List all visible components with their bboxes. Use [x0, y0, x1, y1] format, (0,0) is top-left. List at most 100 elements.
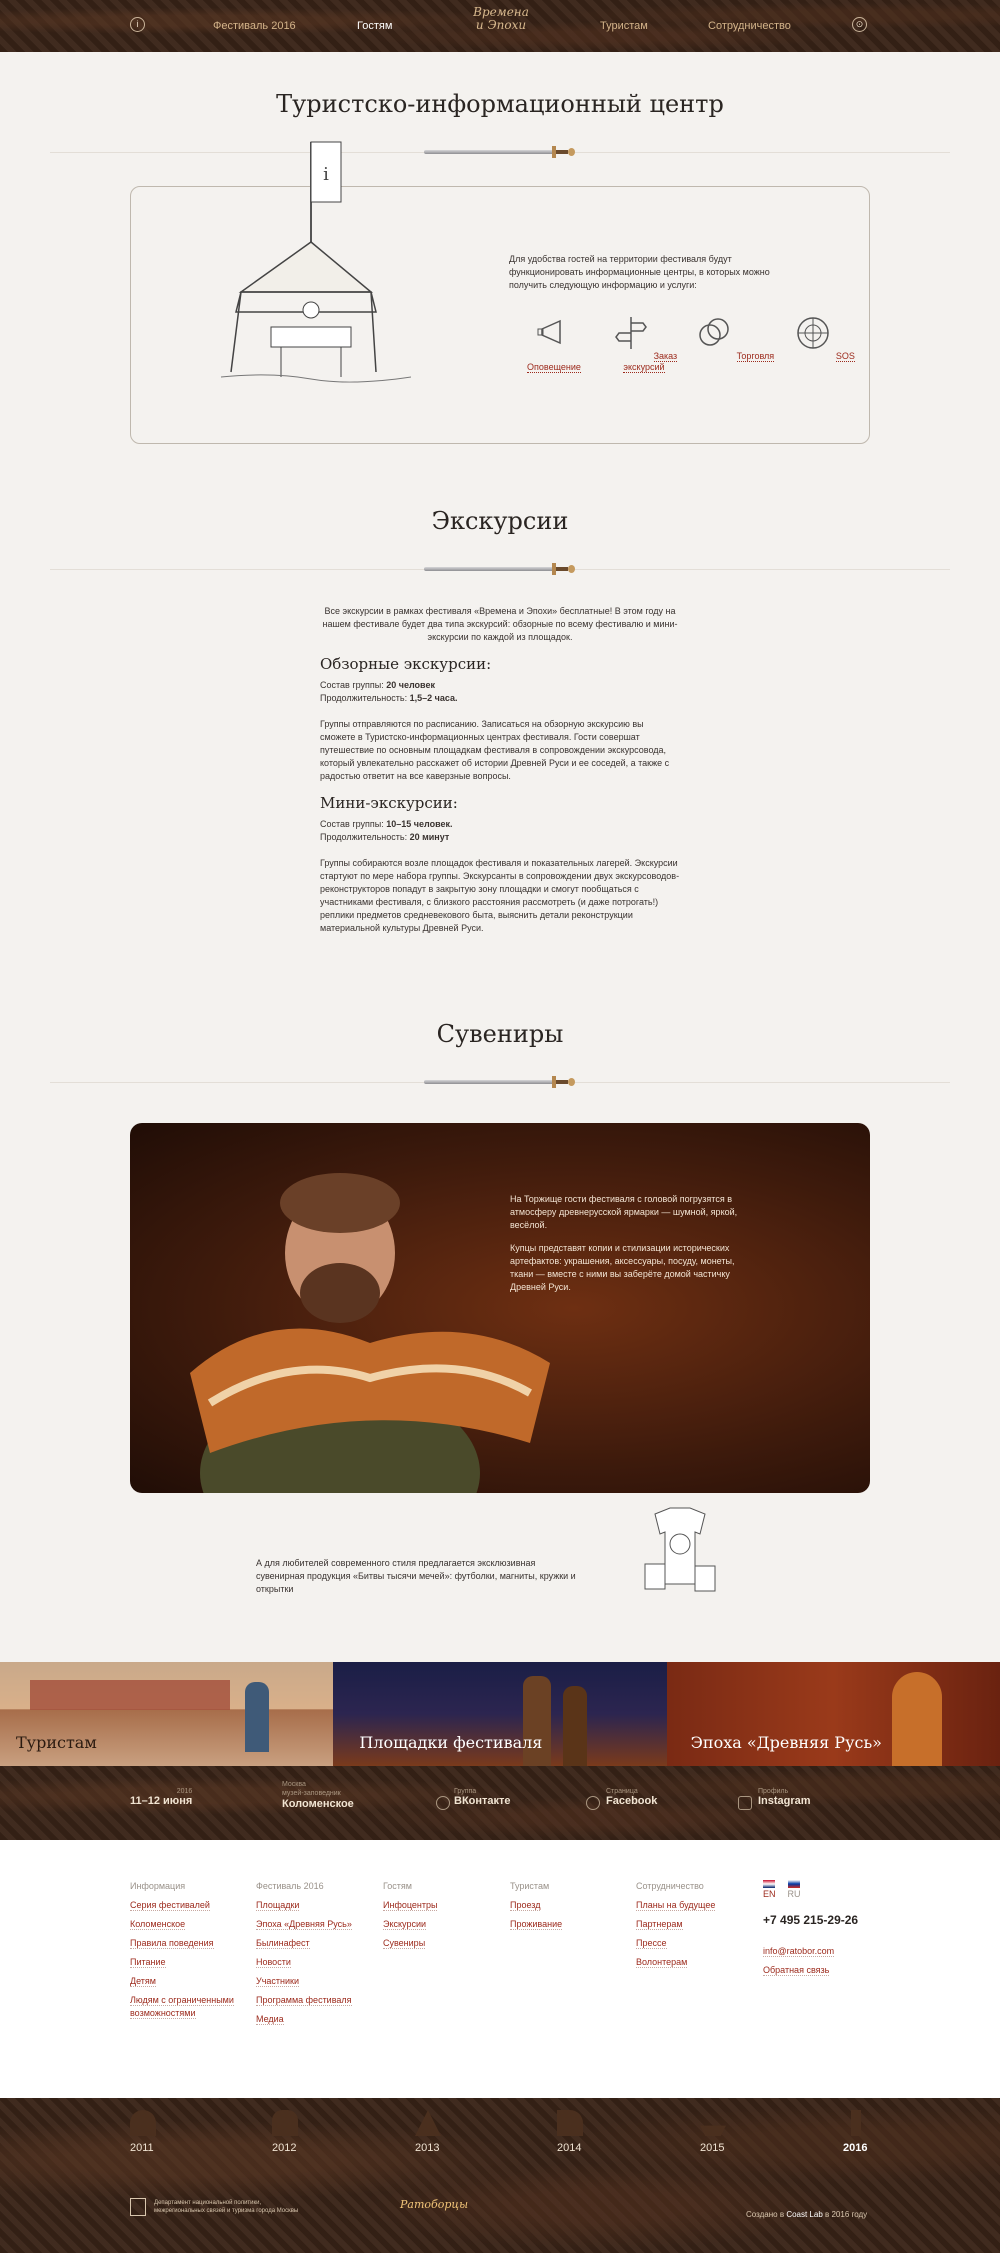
- strip-fb-value: Facebook: [606, 1795, 658, 1807]
- footer-link[interactable]: Проезд: [510, 1896, 562, 1915]
- year-2013[interactable]: 2013: [415, 2110, 441, 2154]
- footer-link[interactable]: Площадки: [256, 1896, 352, 1915]
- tic-box: i Для удобства гостей на территории фест…: [130, 141, 870, 444]
- email-link[interactable]: info@ratobor.com: [763, 1942, 858, 1961]
- service-label: Заказ экскурсий: [623, 351, 678, 373]
- footer-link[interactable]: Питание: [130, 1953, 245, 1972]
- nav-tourists[interactable]: Туристам: [600, 20, 648, 32]
- footer-link[interactable]: Медиа: [256, 2010, 352, 2029]
- footer-col-info: Информация Серия фестивалей Коломенское …: [130, 1876, 245, 2020]
- strip-year: 2016: [176, 1788, 193, 1795]
- tic-description: Для удобства гостей на территории фестив…: [509, 254, 770, 290]
- footer-link[interactable]: Былинафест: [256, 1934, 352, 1953]
- overview-duration: Продолжительность: 1,5–2 часа.: [320, 693, 458, 703]
- facebook-icon: [586, 1796, 600, 1810]
- footer-col-head: Сотрудничество: [636, 1881, 704, 1891]
- strip-vk-link[interactable]: Группа ВКонтакте: [454, 1788, 511, 1807]
- ru-flag-icon: [787, 1880, 800, 1888]
- tic-services: Оповещение Заказ экскурсий Торговля SOS: [509, 313, 869, 373]
- banner-tourists[interactable]: Туристам: [0, 1662, 334, 1766]
- footer-link[interactable]: Серия фестивалей: [130, 1896, 245, 1915]
- strip-facebook-link[interactable]: Страница Facebook: [606, 1788, 657, 1807]
- sword-divider: [50, 142, 950, 162]
- nav-guests[interactable]: Гостям: [357, 20, 392, 32]
- strip-place-value: Коломенское: [282, 1798, 354, 1810]
- strip-ig-small: Профиль: [758, 1788, 789, 1795]
- footer-link[interactable]: Программа фестиваля: [256, 1991, 352, 2010]
- instagram-icon: [738, 1796, 752, 1810]
- footer-link[interactable]: Экскурсии: [383, 1915, 437, 1934]
- ship-icon: [700, 2125, 726, 2136]
- sword-divider: [50, 1072, 950, 1092]
- mini-group: Состав группы: 10–15 человек.: [320, 819, 453, 829]
- strip-place-small: Москва музей-заповедник: [282, 1781, 341, 1797]
- footer-col-head: Информация: [130, 1881, 186, 1891]
- ratobor-logo[interactable]: Ратоборцы: [400, 2198, 468, 2211]
- photo-text-2: Купцы представят копии и стилизации исто…: [510, 1243, 735, 1292]
- excursions-content: Все экскурсии в рамках фестиваля «Времен…: [320, 605, 680, 935]
- footer-link[interactable]: Правила поведения: [130, 1934, 245, 1953]
- feedback-link[interactable]: Обратная связь: [763, 1961, 858, 1980]
- sword-divider: [50, 559, 950, 579]
- nav-cooperation[interactable]: Сотрудничество: [708, 20, 791, 32]
- footer-link[interactable]: Волонтерам: [636, 1953, 715, 1972]
- coins-icon: [699, 318, 729, 346]
- year-2016[interactable]: 2016: [843, 2110, 867, 2154]
- service-trade[interactable]: Торговля: [689, 313, 779, 373]
- service-notification[interactable]: Оповещение: [509, 313, 599, 373]
- knight-icon: [415, 2110, 441, 2136]
- coastlab-link[interactable]: Coast Lab: [786, 2210, 822, 2219]
- footer-link[interactable]: Детям: [130, 1972, 245, 1991]
- strip-dates: 2016 11–12 июня: [130, 1788, 192, 1807]
- tic-title: Туристско-информационный центр: [276, 90, 724, 118]
- footer-link[interactable]: Планы на будущее: [636, 1896, 716, 1915]
- credit-text: Создано в Coast Lab в 2016 году: [746, 2210, 868, 2219]
- mini-title: Мини-экскурсии:: [320, 794, 458, 812]
- promo-banners: Туристам Площадки фестиваля Эпоха «Древн…: [0, 1662, 1000, 1766]
- service-label: Оповещение: [527, 362, 581, 373]
- mini-text: Группы собираются возле площадок фестива…: [320, 858, 680, 933]
- year-2011[interactable]: 2011: [130, 2110, 156, 2154]
- festival-logo[interactable]: Времена и Эпохи: [470, 6, 532, 32]
- footer-col-head: Туристам: [510, 1881, 550, 1891]
- footer-link[interactable]: Прессе: [636, 1934, 715, 1953]
- banner-venues[interactable]: Площадки фестиваля: [333, 1662, 667, 1766]
- footer-col-festival: Фестиваль 2016 Площадки Эпоха «Древняя Р…: [256, 1876, 352, 2029]
- year-2015[interactable]: 2015: [700, 2110, 726, 2154]
- year-2014[interactable]: 2014: [557, 2110, 583, 2154]
- svg-text:i: i: [323, 164, 329, 185]
- service-sos[interactable]: SOS: [779, 313, 869, 373]
- footer-link[interactable]: Участники: [256, 1972, 352, 1991]
- dept-logo[interactable]: Департамент национальной политики, межре…: [130, 2198, 304, 2216]
- footer-link[interactable]: Новости: [256, 1953, 352, 1972]
- megaphone-icon: [537, 319, 561, 345]
- warrior-icon: [272, 2110, 298, 2136]
- banner-epoch[interactable]: Эпоха «Древняя Русь»: [666, 1662, 1000, 1766]
- footer-col-tourists: Туристам Проезд Проживание: [510, 1876, 563, 1934]
- footer-link[interactable]: Проживание: [510, 1915, 563, 1934]
- year-2012[interactable]: 2012: [272, 2110, 298, 2154]
- footer-link[interactable]: Сувениры: [383, 1934, 437, 1953]
- lang-ru[interactable]: RU: [787, 1880, 801, 1900]
- footer-link[interactable]: Коломенское: [130, 1915, 245, 1934]
- strip-instagram-link[interactable]: Профиль Instagram: [758, 1788, 811, 1807]
- footer-link[interactable]: Людям с ограниченными возможностями: [130, 1994, 245, 2020]
- footer-link[interactable]: Инфоцентры: [383, 1896, 438, 1915]
- lang-en[interactable]: EN: [763, 1880, 776, 1900]
- info-icon[interactable]: i: [130, 17, 145, 32]
- footer-col-head: Гостям: [383, 1881, 412, 1891]
- footer-link[interactable]: Партнерам: [636, 1915, 715, 1934]
- strip-ig-value: Instagram: [758, 1795, 811, 1807]
- vk-icon: [436, 1796, 450, 1810]
- strip-vk-small: Группа: [454, 1788, 477, 1795]
- souvenir-photo: На Торжище гости фестиваля с головой пог…: [130, 1123, 870, 1493]
- strip-dates-value: 11–12 июня: [130, 1795, 193, 1807]
- footer-link[interactable]: Эпоха «Древняя Русь»: [256, 1915, 352, 1934]
- sword-icon: [851, 2110, 861, 2136]
- nav-festival-2016[interactable]: Фестиваль 2016: [213, 20, 296, 32]
- service-excursions[interactable]: Заказ экскурсий: [599, 313, 689, 373]
- cart-icon[interactable]: ⊙: [852, 17, 867, 32]
- page-main: Туристско-информационный центр i Для удо…: [0, 52, 1000, 2253]
- service-label: Торговля: [736, 351, 775, 362]
- strip-fb-small: Страница: [606, 1788, 638, 1795]
